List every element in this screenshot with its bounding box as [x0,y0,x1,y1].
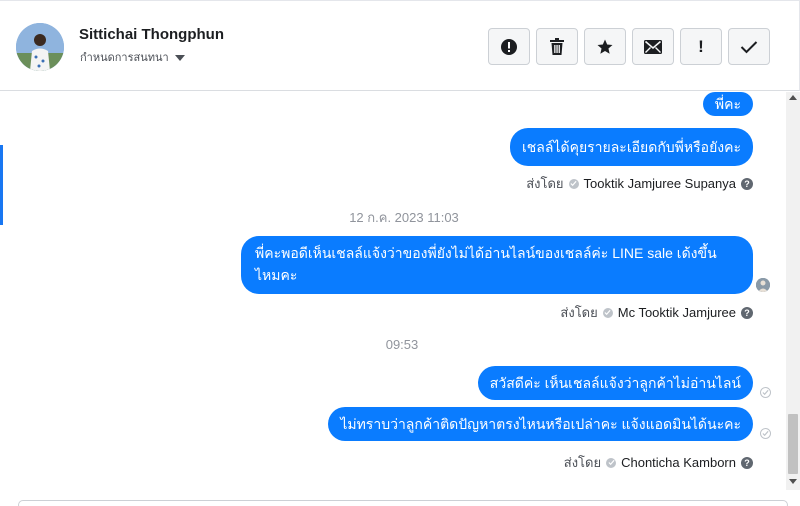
conversation-header: Sittichai Thongphun กำหนดการสนทนา ! [0,0,800,91]
sent-by-line: ส่งโดย Mc Tooktik Jamjuree ? [560,302,753,323]
seen-avatar [756,278,770,292]
mark-done-button[interactable] [728,28,770,65]
timestamp: 09:53 [385,337,419,352]
message-bubble[interactable]: พี่คะพอดีเห็นเชลล์แจ้งว่าของพี่ยังไม่ได้… [241,236,753,294]
mark-unread-button[interactable] [632,28,674,65]
help-icon[interactable]: ? [741,177,753,190]
message-composer[interactable] [18,500,788,506]
message-bubble[interactable]: ไม่ทราบว่าลูกค้าติดปัญหาตรงไหนหรือเปล่าค… [328,407,753,441]
inbox-conversation-view: Sittichai Thongphun กำหนดการสนทนา ! พี่ค… [0,0,800,506]
star-icon [597,39,613,54]
assign-conversation-dropdown[interactable]: กำหนดการสนทนา [80,48,185,66]
help-icon[interactable]: ? [741,306,753,319]
verified-check-icon [606,457,617,468]
assign-conversation-label: กำหนดการสนทนา [80,52,169,64]
sent-by-line: ส่งโดย Tooktik Jamjuree Supanya ? [526,173,753,194]
envelope-icon [644,39,662,54]
caret-down-icon [174,54,185,61]
mark-spam-button[interactable] [488,28,530,65]
star-button[interactable] [584,28,626,65]
scrollbar-thumb[interactable] [788,414,798,474]
sent-by-label: ส่งโดย [560,305,598,320]
scroll-down-arrow-icon[interactable] [789,479,797,484]
seen-check-icon [760,428,771,439]
thread-scrollbar[interactable] [786,92,800,490]
conversation-toolbar: ! [488,28,770,65]
sender-name[interactable]: Chonticha Kamborn [621,455,736,470]
sent-by-label: ส่งโดย [526,176,564,191]
contact-avatar[interactable] [16,23,64,71]
contact-name[interactable]: Sittichai Thongphun [79,26,224,43]
verified-check-icon [602,307,613,318]
message-bubble[interactable]: สวัสดีค่ะ เห็นเชลล์แจ้งว่าลูกค้าไม่อ่านไ… [477,366,753,400]
sent-by-line: ส่งโดย Chonticha Kamborn ? [564,452,753,473]
message-thread[interactable]: พี่คะ เชลล์ได้คุยรายละเอียดกับพี่หรือยัง… [6,92,786,496]
verified-check-icon [568,178,579,189]
exclamation-icon: ! [698,36,704,56]
scroll-up-arrow-icon[interactable] [789,95,797,100]
selected-conversation-indicator [0,145,3,225]
seen-check-icon [760,387,771,398]
follow-up-button[interactable]: ! [680,28,722,65]
sender-name[interactable]: Tooktik Jamjuree Supanya [584,176,736,191]
sent-by-label: ส่งโดย [563,455,602,470]
help-icon[interactable]: ? [741,456,753,469]
trash-icon [550,37,564,55]
message-bubble[interactable]: เชลล์ได้คุยรายละเอียดกับพี่หรือยังคะ [510,128,753,166]
delete-button[interactable] [536,28,578,65]
timestamp: 12 ก.ค. 2023 11:03 [349,210,459,225]
message-bubble[interactable]: พี่คะ [702,92,753,116]
checkmark-icon [740,40,758,53]
alert-circle-icon [501,38,517,55]
sender-name[interactable]: Mc Tooktik Jamjuree [618,305,736,320]
